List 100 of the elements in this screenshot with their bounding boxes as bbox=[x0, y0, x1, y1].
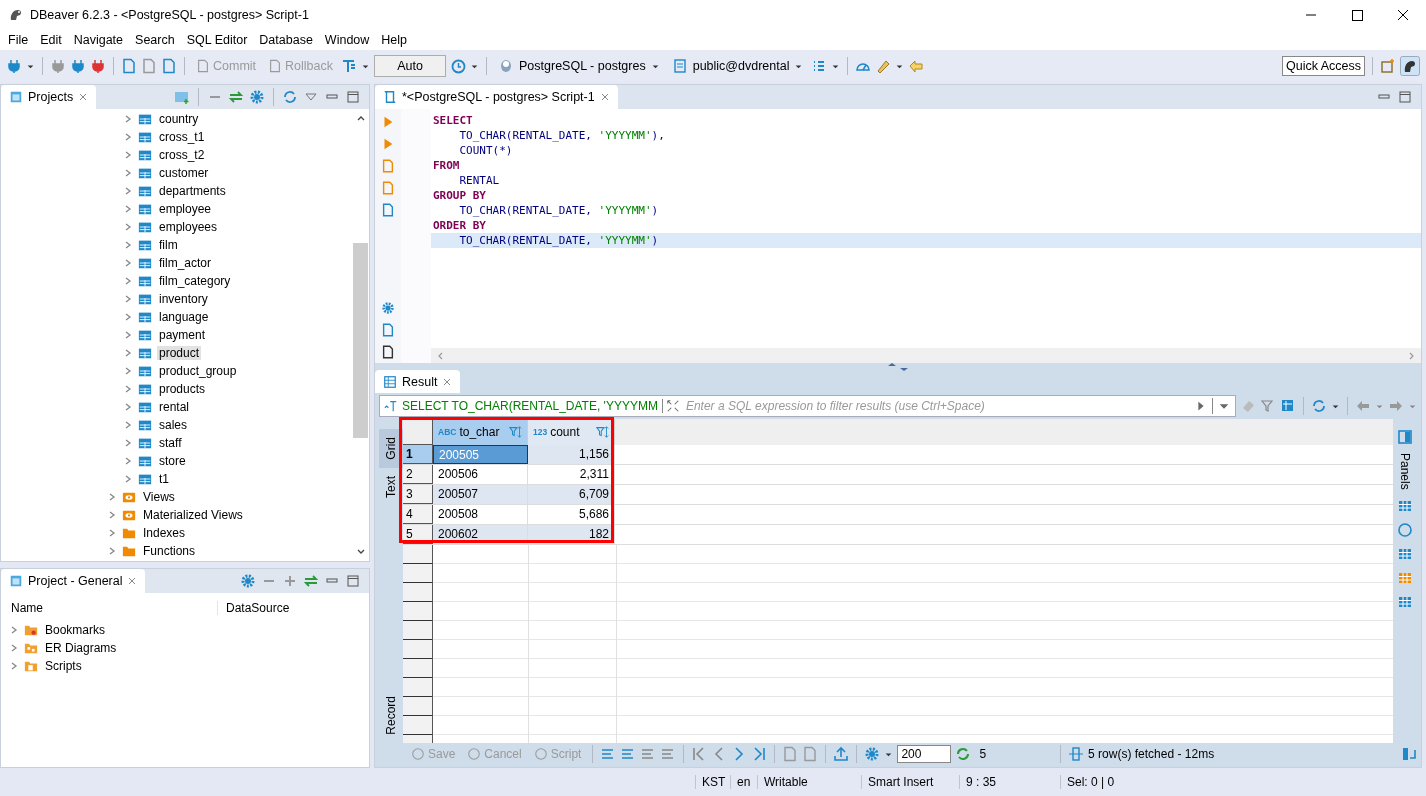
filter-bar[interactable]: SELECT TO_CHAR(RENTAL_DATE, 'YYYYMM Enter a SQL expression to filter results (use Ctrl+Space) bbox=[379, 395, 1236, 417]
menu-item[interactable]: Search bbox=[129, 33, 181, 47]
table-icon bbox=[138, 148, 152, 162]
filter-sort-icon[interactable] bbox=[596, 425, 610, 439]
filter-icon[interactable] bbox=[1260, 398, 1276, 414]
row-number[interactable]: 4 bbox=[403, 505, 433, 524]
close-icon[interactable] bbox=[442, 377, 453, 387]
table-tree-item[interactable]: inventory bbox=[157, 292, 210, 306]
beaver-perspective-icon[interactable] bbox=[1400, 56, 1420, 76]
menu-item[interactable]: File bbox=[2, 33, 35, 47]
project-tree-item[interactable]: ER Diagrams bbox=[43, 641, 119, 655]
projects-tab[interactable]: Projects bbox=[1, 85, 97, 109]
folder-tree-item[interactable]: Views bbox=[141, 490, 177, 504]
fetch-size-field[interactable]: 200 bbox=[897, 745, 952, 763]
table-tree-item[interactable]: staff bbox=[157, 436, 184, 450]
table-cell[interactable]: 200506 bbox=[433, 465, 528, 484]
plus-icon[interactable] bbox=[282, 573, 298, 589]
maximize-icon[interactable] bbox=[1397, 89, 1413, 105]
settings-icon[interactable] bbox=[381, 301, 395, 315]
scrollbar-thumb[interactable] bbox=[353, 243, 368, 438]
close-icon[interactable] bbox=[127, 576, 138, 586]
menu-item[interactable]: SQL Editor bbox=[180, 33, 254, 47]
plug-icon[interactable] bbox=[70, 58, 86, 74]
refresh-icon[interactable] bbox=[955, 746, 972, 762]
filter-sort-icon[interactable] bbox=[509, 425, 523, 439]
column-header[interactable]: ABC to_char bbox=[433, 419, 528, 445]
table-tree-item[interactable]: product bbox=[157, 346, 202, 360]
table-tree-item[interactable]: sales bbox=[157, 418, 189, 432]
last-page-icon[interactable] bbox=[751, 746, 768, 762]
table-tree-item[interactable]: products bbox=[157, 382, 208, 396]
table-cell[interactable]: 200508 bbox=[433, 505, 528, 524]
project-general-tab[interactable]: Project - General bbox=[1, 569, 146, 593]
status-field: Smart Insert bbox=[861, 775, 959, 789]
table-cell[interactable]: 1,156 bbox=[528, 445, 615, 464]
maximize-icon[interactable] bbox=[345, 573, 361, 589]
table-tree-item[interactable]: cross_t1 bbox=[157, 130, 207, 144]
table-tree-item[interactable]: employees bbox=[157, 220, 220, 234]
table-settings-icon[interactable] bbox=[1280, 398, 1296, 414]
table-tree-item[interactable]: country bbox=[157, 112, 201, 126]
menu-item[interactable]: Window bbox=[318, 33, 376, 47]
table-cell[interactable]: 200507 bbox=[433, 485, 528, 504]
row-number[interactable]: 1 bbox=[403, 445, 433, 464]
table-cell[interactable]: 6,709 bbox=[528, 485, 615, 504]
table-tree-item[interactable]: employee bbox=[157, 202, 214, 216]
expand-icon[interactable] bbox=[661, 399, 680, 413]
table-tree-item[interactable]: rental bbox=[157, 400, 192, 414]
project-tree-item[interactable]: Scripts bbox=[43, 659, 84, 673]
row-number[interactable]: 3 bbox=[403, 485, 433, 504]
link-arrows-icon[interactable] bbox=[303, 573, 319, 589]
settings-icon[interactable] bbox=[240, 573, 256, 589]
table-cell[interactable]: 2,311 bbox=[528, 465, 615, 484]
column-header[interactable]: Name bbox=[1, 601, 218, 615]
view-mode-tab[interactable]: Text bbox=[379, 467, 403, 506]
plug-icon[interactable] bbox=[90, 58, 106, 74]
table-tree-item[interactable]: customer bbox=[157, 166, 211, 180]
table-tree-item[interactable]: language bbox=[157, 310, 211, 324]
folder-tree-item[interactable]: Indexes bbox=[141, 526, 188, 540]
result-tab[interactable]: Result bbox=[375, 370, 461, 394]
column-icon[interactable] bbox=[1068, 746, 1085, 762]
document-icon[interactable] bbox=[381, 345, 395, 359]
table-tree-item[interactable]: store bbox=[157, 454, 188, 468]
maximize-icon[interactable] bbox=[345, 89, 361, 105]
table-tree-item[interactable]: cross_t2 bbox=[157, 148, 207, 162]
table-tree-item[interactable]: product_group bbox=[157, 364, 239, 378]
table-tree-item[interactable]: film_actor bbox=[157, 256, 213, 270]
record-tab[interactable]: Record bbox=[379, 688, 403, 743]
perspective-icon[interactable] bbox=[1380, 58, 1396, 74]
forward-arrow-icon[interactable] bbox=[1388, 398, 1404, 414]
column-header[interactable]: DataSource bbox=[218, 601, 290, 615]
table-tree-item[interactable]: payment bbox=[157, 328, 208, 342]
project-tree-item[interactable]: Bookmarks bbox=[43, 623, 108, 637]
menu-item[interactable]: Navigate bbox=[67, 33, 130, 47]
panel-icon[interactable] bbox=[1397, 429, 1413, 445]
panels-tab[interactable]: Panels bbox=[1398, 453, 1412, 490]
schema-selector[interactable]: public@dvdrental bbox=[667, 58, 808, 74]
table-tree-item[interactable]: t1 bbox=[157, 472, 171, 486]
plug-icon[interactable] bbox=[50, 58, 66, 74]
column-header[interactable]: 123 count bbox=[528, 419, 615, 445]
folder-tree-item[interactable]: Materialized Views bbox=[141, 508, 245, 522]
menu-item[interactable]: Help bbox=[375, 33, 414, 47]
close-icon[interactable] bbox=[78, 92, 89, 102]
transaction-mode-button[interactable]: Auto bbox=[374, 55, 446, 77]
sync-icon[interactable] bbox=[282, 89, 298, 105]
table-cell[interactable]: 5,686 bbox=[528, 505, 615, 524]
script-editor-tab[interactable]: *<PostgreSQL - postgres> Script-1 bbox=[375, 85, 618, 109]
close-icon[interactable] bbox=[599, 92, 610, 102]
new-window-icon[interactable] bbox=[174, 89, 190, 105]
table-tree-item[interactable]: film bbox=[157, 238, 180, 252]
quick-access-field[interactable]: Quick Access bbox=[1281, 56, 1365, 76]
link-arrows-icon[interactable] bbox=[228, 89, 244, 105]
connection-selector[interactable]: PostgreSQL - postgres bbox=[494, 58, 664, 74]
table-tree-item[interactable]: film_category bbox=[157, 274, 233, 288]
export-icon[interactable] bbox=[833, 746, 850, 762]
menu-item[interactable]: Edit bbox=[34, 33, 68, 47]
folder-tree-item[interactable]: Functions bbox=[141, 544, 198, 558]
table-tree-item[interactable]: departments bbox=[157, 184, 228, 198]
settings-icon[interactable] bbox=[249, 89, 265, 105]
layout-icon[interactable] bbox=[1401, 746, 1417, 762]
row-number[interactable]: 2 bbox=[403, 465, 433, 484]
menu-item[interactable]: Database bbox=[253, 33, 319, 47]
